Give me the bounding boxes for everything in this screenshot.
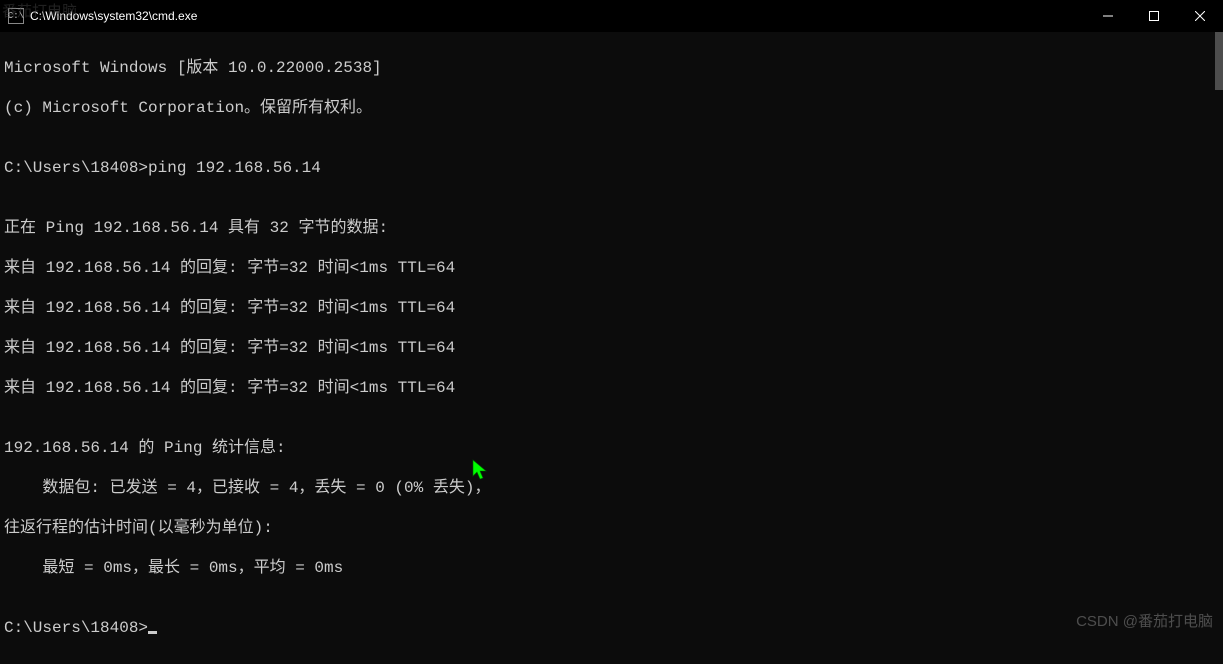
ping-rtt-header: 往返行程的估计时间(以毫秒为单位): xyxy=(4,518,1219,538)
ping-stats-header: 192.168.56.14 的 Ping 统计信息: xyxy=(4,438,1219,458)
minimize-button[interactable] xyxy=(1085,0,1131,32)
background-ghost-text: 番茄打电脑 xyxy=(2,0,77,21)
ping-stats-packets: 数据包: 已发送 = 4，已接收 = 4，丢失 = 0 (0% 丢失)， xyxy=(4,478,1219,498)
window-controls xyxy=(1085,0,1223,32)
scrollbar-thumb[interactable] xyxy=(1215,32,1223,90)
maximize-button[interactable] xyxy=(1131,0,1177,32)
terminal-output[interactable]: Microsoft Windows [版本 10.0.22000.2538] (… xyxy=(0,32,1223,664)
ping-rtt-values: 最短 = 0ms，最长 = 0ms，平均 = 0ms xyxy=(4,558,1219,578)
copyright-line: (c) Microsoft Corporation。保留所有权利。 xyxy=(4,98,1219,118)
ping-reply-2: 来自 192.168.56.14 的回复: 字节=32 时间<1ms TTL=6… xyxy=(4,298,1219,318)
ping-reply-1: 来自 192.168.56.14 的回复: 字节=32 时间<1ms TTL=6… xyxy=(4,258,1219,278)
pinging-line: 正在 Ping 192.168.56.14 具有 32 字节的数据: xyxy=(4,218,1219,238)
ping-reply-3: 来自 192.168.56.14 的回复: 字节=32 时间<1ms TTL=6… xyxy=(4,338,1219,358)
window-titlebar[interactable]: C:\ C:\Windows\system32\cmd.exe xyxy=(0,0,1223,32)
vertical-scrollbar[interactable] xyxy=(1207,32,1223,639)
text-cursor xyxy=(148,631,157,634)
close-button[interactable] xyxy=(1177,0,1223,32)
csdn-watermark: CSDN @番茄打电脑 xyxy=(1076,610,1213,631)
command-prompt-current: C:\Users\18408> xyxy=(4,618,1219,638)
command-prompt-ping: C:\Users\18408>ping 192.168.56.14 xyxy=(4,158,1219,178)
version-line: Microsoft Windows [版本 10.0.22000.2538] xyxy=(4,58,1219,78)
ping-reply-4: 来自 192.168.56.14 的回复: 字节=32 时间<1ms TTL=6… xyxy=(4,378,1219,398)
